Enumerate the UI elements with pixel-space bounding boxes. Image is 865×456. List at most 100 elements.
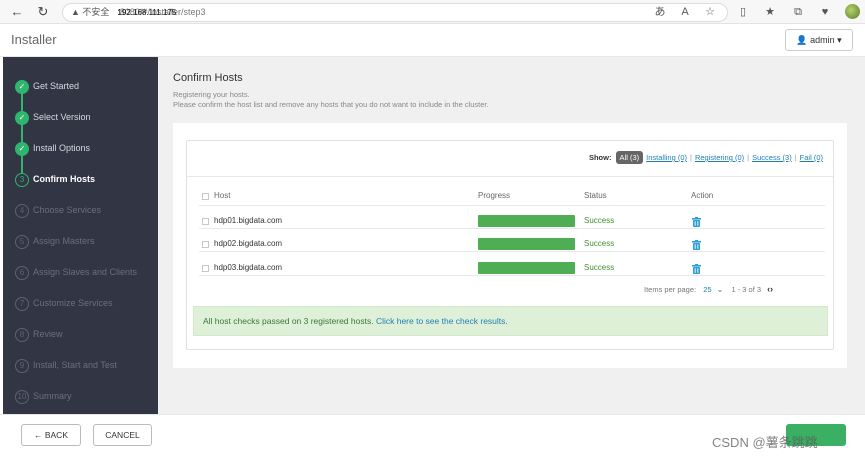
host-name: hdp02.bigdata.com [214, 239, 283, 248]
brand-title: Installer [11, 32, 57, 47]
step-number: 6 [15, 266, 29, 280]
panel-divider [187, 176, 833, 177]
sidebar-step-label: Confirm Hosts [33, 174, 96, 184]
sidebar-step: 8 Review [3, 326, 158, 346]
status-filters: Show: All (3) Installing (0) | Registering … [588, 151, 823, 164]
hosts-panel: Show: All (3) Installing (0) | Registering … [186, 140, 834, 350]
step-number: 4 [15, 204, 29, 218]
host-name: hdp03.bigdata.com [214, 263, 283, 272]
check-icon: ✓ [15, 142, 29, 156]
filter-installing[interactable]: Installing (0) [646, 153, 687, 162]
filter-all[interactable]: All (3) [615, 151, 644, 164]
row-line [199, 251, 825, 252]
host-name: hdp01.bigdata.com [214, 216, 283, 225]
progress-bar [478, 238, 575, 250]
favorite-star-icon[interactable]: ☆ [702, 4, 718, 20]
sidebar-step[interactable]: ✓ Get Started [3, 78, 158, 98]
sidebar-step-label: Get Started [33, 81, 80, 91]
split-screen-icon[interactable]: ▯ [735, 4, 751, 20]
sidebar-step-label: Assign Slaves and Clients [33, 267, 138, 277]
pagination: Items per page: 25 ⌄ 1 - 3 of 3 ‹› [644, 284, 773, 294]
back-button[interactable]: ← BACK [21, 424, 81, 446]
sidebar-step-label: Select Version [33, 112, 91, 122]
check-icon: ✓ [15, 80, 29, 94]
address-bar[interactable]: ▲ 不安全 192.168.111.175:8080/#/installer/st… [62, 3, 728, 22]
filter-registering[interactable]: Registering (0) [695, 153, 744, 162]
step-number: 7 [15, 297, 29, 311]
user-menu-button[interactable]: 👤 admin ▾ [785, 29, 853, 51]
watermark-text: CSDN @薯条跳跳 [712, 435, 818, 450]
column-action: Action [691, 191, 714, 200]
profile-avatar-icon[interactable] [845, 4, 860, 19]
check-icon: ✓ [15, 111, 29, 125]
column-status[interactable]: Status [584, 191, 607, 200]
main-content: Confirm Hosts Registering your hosts. Pl… [158, 57, 865, 414]
row-checkbox[interactable] [202, 241, 209, 248]
caret-down-icon: ▾ [837, 35, 842, 45]
sidebar-step[interactable]: ✓ Install Options [3, 140, 158, 160]
app-header: Installer 👤 admin ▾ [0, 25, 865, 57]
page-title: Confirm Hosts [173, 72, 243, 84]
items-per-page-label: Items per page: [644, 285, 697, 294]
filter-success[interactable]: Success (3) [752, 153, 792, 162]
sidebar-step: 10 Summary [3, 388, 158, 408]
row-line [199, 275, 825, 276]
progress-bar [478, 215, 575, 227]
filter-fail[interactable]: Fail (0) [800, 153, 823, 162]
step-number: 5 [15, 235, 29, 249]
wizard-steps-sidebar: ✓ Get Started ✓ Select Version ✓ Install Opti… [3, 57, 158, 414]
wizard-footer: ← BACK CANCEL CSDN @薯条跳跳 [0, 414, 865, 456]
items-per-page-select[interactable]: 25 [703, 285, 711, 294]
step-number: 10 [15, 390, 29, 404]
host-checks-alert: All host checks passed on 3 registered h… [193, 306, 828, 336]
sidebar-step[interactable]: 3 Confirm Hosts [3, 171, 158, 191]
step-number: 8 [15, 328, 29, 342]
back-arrow-icon[interactable]: ← [8, 3, 26, 21]
chevron-down-icon[interactable]: ⌄ [717, 285, 724, 294]
hosts-card: Show: All (3) Installing (0) | Registering … [173, 123, 847, 368]
column-host[interactable]: Host [214, 191, 230, 200]
progress-bar [478, 262, 575, 274]
sidebar-step: 9 Install, Start and Test [3, 357, 158, 377]
column-progress: Progress [478, 191, 511, 200]
description-line-1: Registering your hosts. [173, 90, 250, 99]
row-checkbox[interactable] [202, 218, 209, 225]
row-checkbox[interactable] [202, 265, 209, 272]
page-range: 1 - 3 of 3 [731, 285, 762, 294]
sidebar-step-label: Choose Services [33, 205, 102, 215]
check-results-link[interactable]: Click here to see the check results. [376, 316, 508, 326]
sidebar-step[interactable]: ✓ Select Version [3, 109, 158, 129]
step-number: 3 [15, 173, 29, 187]
status-text[interactable]: Success [584, 239, 614, 248]
sidebar-step-label: Install, Start and Test [33, 360, 117, 370]
sidebar-step: 5 Assign Masters [3, 233, 158, 253]
status-text[interactable]: Success [584, 263, 614, 272]
browser-toolbar: ← ↻ ▲ 不安全 192.168.111.175:8080/#/installe… [0, 0, 865, 24]
extensions-icon[interactable]: ♥ [817, 4, 833, 20]
trash-icon[interactable] [692, 237, 701, 250]
security-warning: ▲ 不安全 [71, 7, 110, 17]
select-all-checkbox[interactable] [202, 193, 209, 200]
sidebar-step-label: Install Options [33, 143, 91, 153]
user-menu-label: admin [810, 35, 835, 45]
sidebar-step-label: Summary [33, 391, 72, 401]
status-text[interactable]: Success [584, 216, 614, 225]
trash-icon[interactable] [692, 214, 701, 227]
translate-icon[interactable]: あ [652, 4, 668, 20]
progress-line [21, 92, 23, 182]
favorites-icon[interactable]: ★ [762, 4, 778, 20]
description-line-2: Please confirm the host list and remove … [173, 100, 489, 109]
next-page-icon[interactable]: › [770, 284, 773, 294]
sidebar-step: 7 Customize Services [3, 295, 158, 315]
reload-icon[interactable]: ↻ [34, 3, 52, 21]
cancel-button[interactable]: CANCEL [93, 424, 152, 446]
row-line [199, 228, 825, 229]
url-host: 192.168.111.175 [117, 8, 177, 17]
show-label: Show: [588, 153, 612, 162]
read-aloud-icon[interactable]: A [677, 4, 693, 20]
sidebar-step-label: Customize Services [33, 298, 113, 308]
collections-icon[interactable]: ⧉ [790, 4, 806, 20]
sidebar-step-label: Review [33, 329, 63, 339]
sidebar-step: 4 Choose Services [3, 202, 158, 222]
trash-icon[interactable] [692, 261, 701, 274]
